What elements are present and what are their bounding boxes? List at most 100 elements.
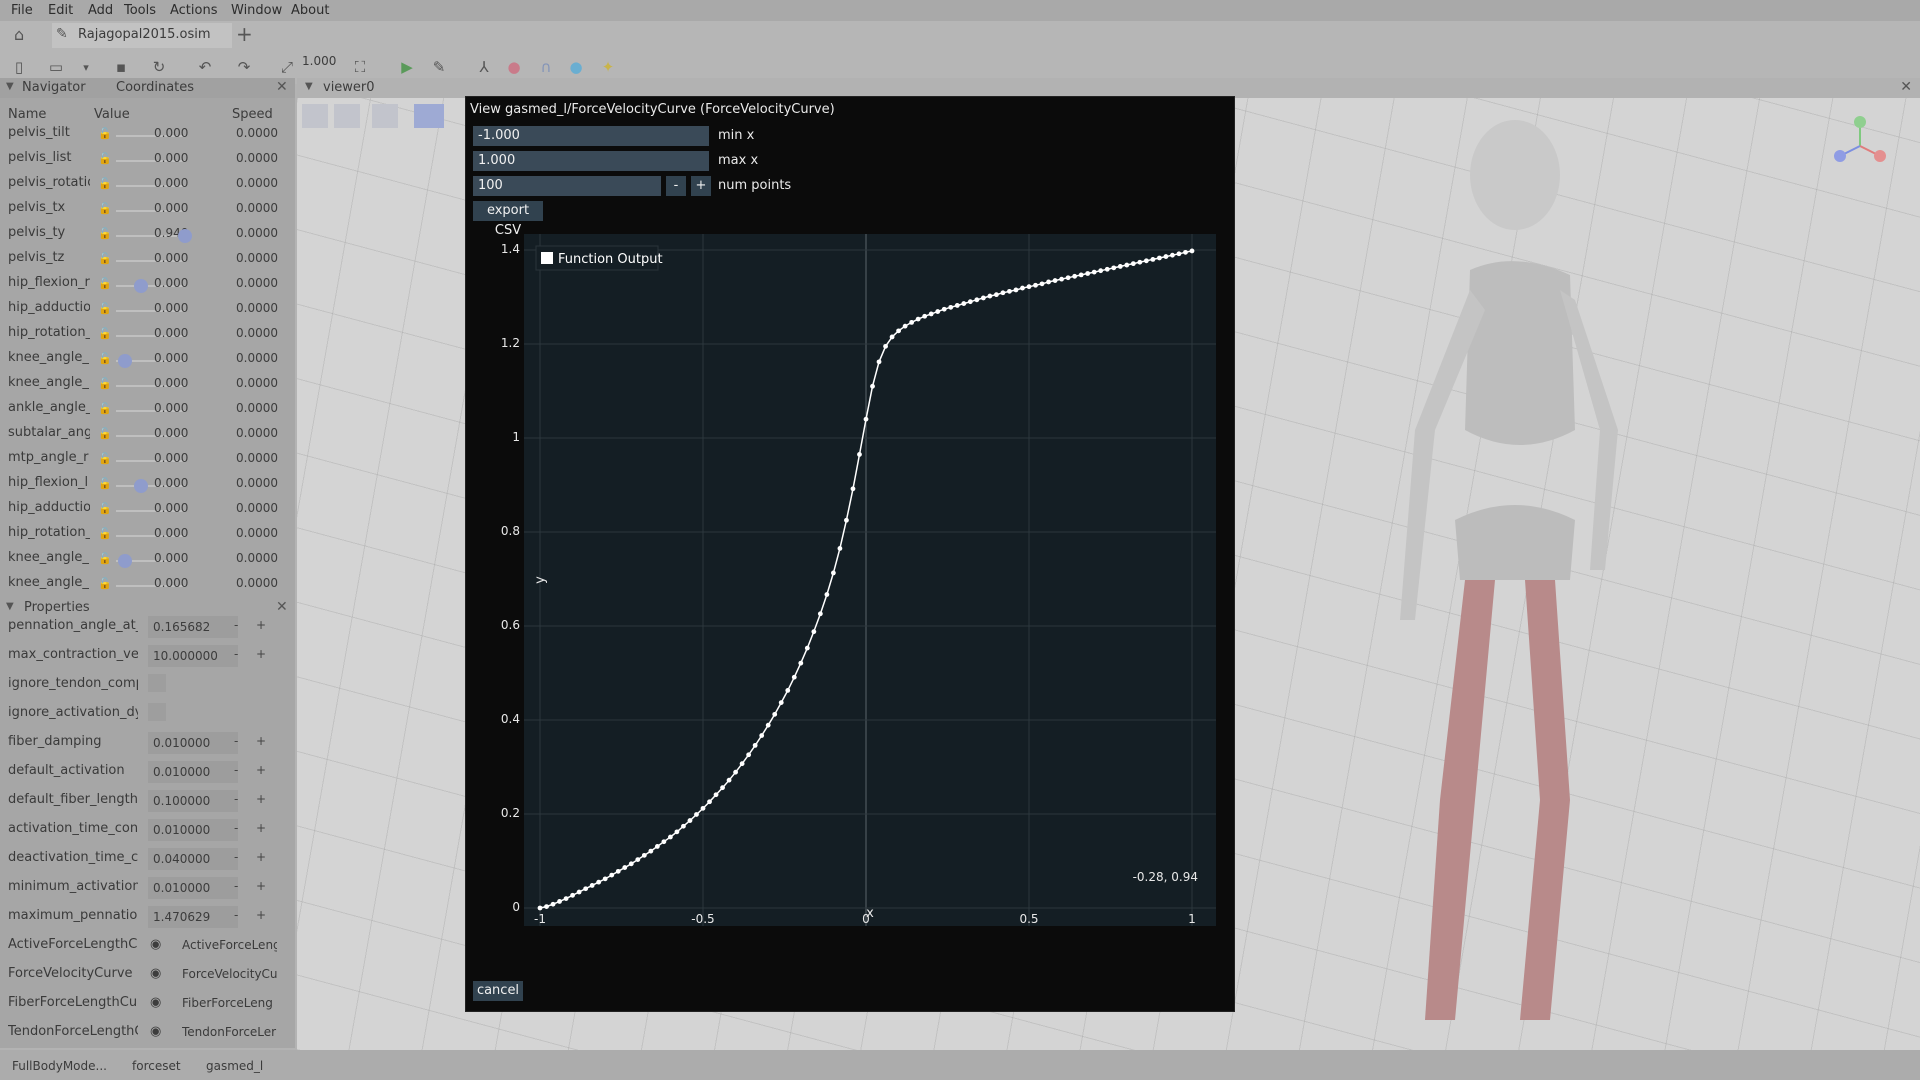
coordinate-value[interactable]: 0.000 [154, 501, 188, 515]
menu-tools[interactable]: Tools [124, 3, 156, 18]
lock-icon[interactable]: 🔓 [98, 277, 112, 290]
coordinate-speed[interactable]: 0.0000 [236, 176, 278, 190]
eye-icon[interactable]: ◉ [150, 937, 161, 952]
coordinate-value[interactable]: 0.000 [154, 276, 188, 290]
lock-icon[interactable]: 🔓 [98, 502, 112, 515]
coordinate-speed[interactable]: 0.0000 [236, 301, 278, 315]
coordinate-speed[interactable]: 0.0000 [236, 251, 278, 265]
lock-icon[interactable]: 🔓 [98, 552, 112, 565]
coordinate-row[interactable]: hip_rotation_i 🔓 0.000 0.0000 [0, 325, 290, 350]
decrement-button[interactable]: - [666, 176, 686, 196]
navigator-tab[interactable]: Navigator [22, 80, 86, 95]
max-x-input[interactable]: 1.000 [473, 151, 709, 171]
tab-model[interactable]: ✎ Rajagopal2015.osim [52, 23, 232, 48]
decrement-button[interactable]: - [234, 850, 238, 864]
home-icon[interactable]: ⌂ [14, 25, 24, 44]
coordinate-speed[interactable]: 0.0000 [236, 151, 278, 165]
decrement-button[interactable]: - [234, 647, 238, 661]
coordinate-row[interactable]: pelvis_rotatio 🔓 0.000 0.0000 [0, 175, 290, 200]
lock-icon[interactable]: 🔓 [98, 352, 112, 365]
decrement-button[interactable]: - [234, 763, 238, 777]
increment-button[interactable]: + [256, 792, 266, 806]
lock-icon[interactable]: 🔓 [98, 152, 112, 165]
lock-icon[interactable]: 🔓 [98, 477, 112, 490]
decrement-button[interactable]: - [234, 792, 238, 806]
coordinate-speed[interactable]: 0.0000 [236, 226, 278, 240]
increment-button[interactable]: + [256, 821, 266, 835]
lock-icon[interactable]: 🔓 [98, 377, 112, 390]
muscle-icon[interactable]: ∩ [536, 57, 556, 77]
lock-icon[interactable]: 🔓 [98, 127, 112, 140]
coordinate-value[interactable]: 0.000 [154, 476, 188, 490]
scale-value[interactable]: 1.000 [302, 54, 336, 68]
decrement-button[interactable]: - [234, 879, 238, 893]
coordinate-row[interactable]: mtp_angle_r 🔓 0.000 0.0000 [0, 450, 290, 475]
menu-edit[interactable]: Edit [48, 3, 73, 18]
coordinate-speed[interactable]: 0.0000 [236, 551, 278, 565]
coordinate-row[interactable]: knee_angle_r 🔓 0.000 0.0000 [0, 350, 290, 375]
coordinate-speed[interactable]: 0.0000 [236, 351, 278, 365]
coordinate-row[interactable]: hip_adductior 🔓 0.000 0.0000 [0, 500, 290, 525]
lock-icon[interactable]: 🔓 [98, 402, 112, 415]
edit-icon[interactable]: ✎ [429, 57, 449, 77]
menu-file[interactable]: File [11, 3, 33, 18]
coordinate-value[interactable]: 0.000 [154, 301, 188, 315]
coordinate-value[interactable]: 0.000 [154, 426, 188, 440]
close-icon[interactable]: ✕ [276, 79, 288, 95]
lock-icon[interactable]: 🔓 [98, 302, 112, 315]
property-value[interactable]: 0.010000 [148, 819, 238, 841]
move-icon[interactable] [414, 104, 444, 128]
eye-icon[interactable]: ◉ [150, 1024, 161, 1039]
menu-add[interactable]: Add [88, 3, 113, 18]
coordinate-value[interactable]: 0.000 [154, 551, 188, 565]
coordinate-speed[interactable]: 0.0000 [236, 476, 278, 490]
property-value[interactable]: TendonForceLer [182, 1025, 277, 1039]
collapse-icon[interactable]: ▼ [305, 81, 313, 92]
increment-button[interactable]: + [256, 734, 266, 748]
frame-icon[interactable]: ⅄ [474, 57, 494, 77]
breadcrumb-model[interactable]: FullBodyMode... [12, 1059, 107, 1073]
property-value[interactable]: 10.000000 [148, 645, 238, 667]
force-velocity-plot[interactable]: -1 -0.5 0 0.5 1 Function Output x y -0.28, 0… [524, 234, 1216, 926]
axis-gizmo[interactable] [1830, 112, 1890, 172]
save-icon[interactable]: ▪ [111, 57, 131, 77]
property-value[interactable]: ActiveForceLeng [182, 938, 277, 952]
coordinate-value[interactable]: 0.000 [154, 176, 188, 190]
wand-icon[interactable]: ✦ [598, 57, 618, 77]
lock-icon[interactable]: 🔓 [98, 527, 112, 540]
coordinate-value[interactable]: 0.000 [154, 376, 188, 390]
coordinate-row[interactable]: knee_angle_l 🔓 0.000 0.0000 [0, 575, 290, 600]
increment-button[interactable]: + [256, 879, 266, 893]
menu-window[interactable]: Window [231, 3, 282, 18]
coordinate-row[interactable]: pelvis_tz 🔓 0.000 0.0000 [0, 250, 290, 275]
increment-button[interactable]: + [256, 647, 266, 661]
coordinate-row[interactable]: knee_angle_r 🔓 0.000 0.0000 [0, 375, 290, 400]
coordinate-row[interactable]: subtalar_angl 🔓 0.000 0.0000 [0, 425, 290, 450]
viewer-button[interactable] [302, 104, 328, 128]
coordinate-value[interactable]: 0.000 [154, 526, 188, 540]
undo-icon[interactable]: ↶ [195, 57, 215, 77]
cancel-button[interactable]: cancel [473, 981, 523, 1001]
increment-button[interactable]: + [256, 618, 266, 632]
lock-icon[interactable]: 🔓 [98, 327, 112, 340]
property-checkbox[interactable] [148, 703, 166, 721]
coordinate-value[interactable]: 0.000 [154, 451, 188, 465]
slider-knob[interactable] [178, 229, 192, 243]
eye-icon[interactable]: ◉ [150, 995, 161, 1010]
coordinate-value[interactable]: 0.000 [154, 401, 188, 415]
coordinate-speed[interactable]: 0.0000 [236, 426, 278, 440]
min-x-input[interactable]: -1.000 [473, 126, 709, 146]
property-value[interactable]: 0.010000 [148, 761, 238, 783]
lock-icon[interactable]: 🔓 [98, 177, 112, 190]
lock-icon[interactable]: 🔓 [98, 577, 112, 590]
coordinate-row[interactable]: ankle_angle_i 🔓 0.000 0.0000 [0, 400, 290, 425]
lock-icon[interactable]: 🔓 [98, 452, 112, 465]
decrement-button[interactable]: - [234, 821, 238, 835]
lock-icon[interactable]: 🔓 [98, 227, 112, 240]
coordinate-row[interactable]: pelvis_tx 🔓 0.000 0.0000 [0, 200, 290, 225]
coordinate-value[interactable]: 0.000 [154, 576, 188, 590]
collapse-icon[interactable]: ▼ [6, 601, 14, 612]
lock-icon[interactable]: 🔓 [98, 202, 112, 215]
slider-knob[interactable] [134, 479, 148, 493]
property-value[interactable]: 0.010000 [148, 732, 238, 754]
